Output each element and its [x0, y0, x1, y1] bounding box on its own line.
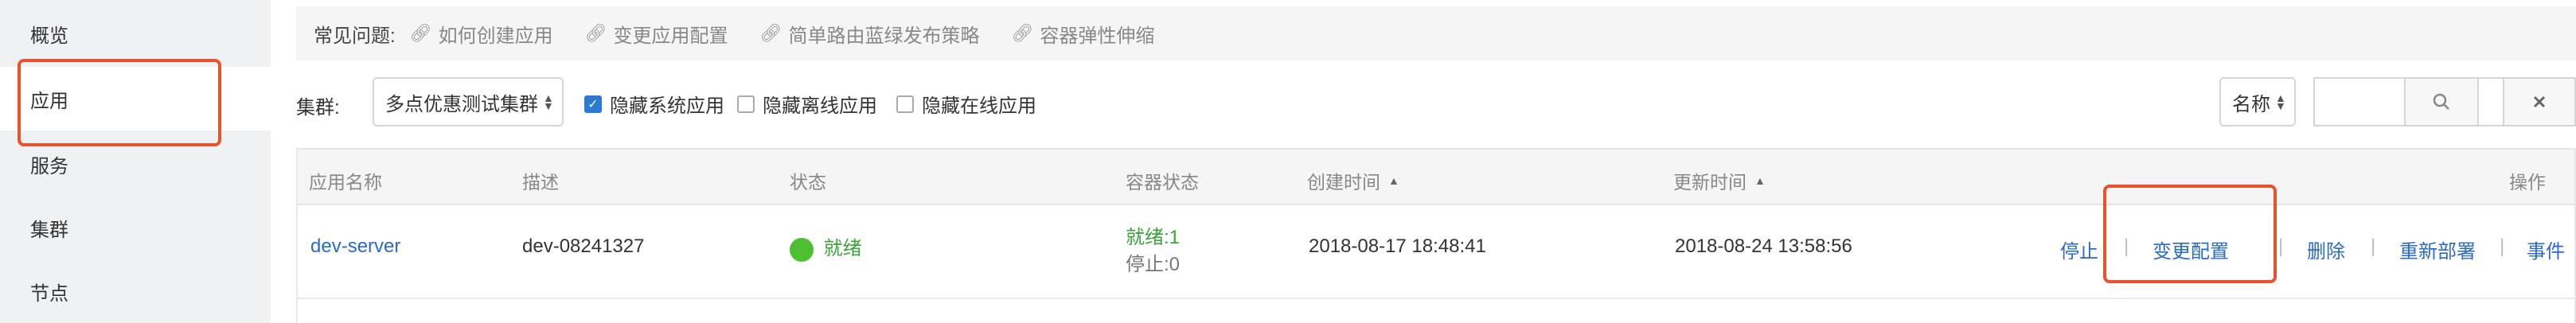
- faq-link-label: 容器弹性伸缩: [1040, 25, 1155, 47]
- hide-system-apps-checkbox[interactable]: ✓ 隐藏系统应用: [584, 90, 724, 118]
- faq-label: 常见问题:: [314, 25, 396, 47]
- search-icon: [2433, 93, 2449, 110]
- action-separator: |: [2500, 235, 2505, 257]
- sidebar-item-clusters[interactable]: 集群: [0, 196, 271, 259]
- hide-online-apps-checkbox[interactable]: 隐藏在线应用: [896, 90, 1036, 118]
- redeploy-button[interactable]: 重新部署: [2399, 235, 2476, 263]
- app-status-label: 就绪: [823, 238, 862, 259]
- status-ready-icon: [790, 237, 814, 262]
- stop-button[interactable]: 停止: [2060, 235, 2098, 263]
- cluster-select-value: 多点优惠测试集群: [385, 93, 538, 115]
- sidebar-item-overview[interactable]: 概览: [0, 2, 271, 65]
- faq-link-label: 简单路由蓝绿发布策略: [788, 25, 980, 47]
- sidebar: 概览 应用 服务 集群 节点: [0, 0, 271, 323]
- app-status: 就绪: [790, 232, 862, 262]
- faq-link-blue-green[interactable]: 🔗︎ 简单路由蓝绿发布策略: [760, 20, 980, 48]
- col-header-updated[interactable]: 更新时间 ▲: [1673, 167, 1766, 194]
- faq-link-label: 变更应用配置: [613, 25, 728, 47]
- sidebar-item-label: 集群: [30, 219, 68, 241]
- col-header-container-status: 容器状态: [1126, 172, 1199, 193]
- sort-up-icon: ▲: [1388, 174, 1399, 187]
- col-header-created[interactable]: 创建时间 ▲: [1307, 167, 1399, 194]
- hide-online-apps-label: 隐藏在线应用: [922, 95, 1036, 117]
- close-icon: [2533, 95, 2546, 108]
- hide-offline-apps-checkbox[interactable]: 隐藏离线应用: [737, 90, 877, 118]
- delete-button[interactable]: 删除: [2307, 235, 2345, 263]
- col-header-desc: 描述: [522, 172, 559, 193]
- checkbox-unchecked-icon: [737, 95, 755, 113]
- col-header-name: 应用名称: [309, 172, 382, 193]
- link-icon: 🔗︎: [1011, 23, 1034, 43]
- app-name-link[interactable]: dev-server: [310, 235, 400, 258]
- container-stopped-count: 停止:0: [1126, 254, 1181, 275]
- sidebar-item-label: 服务: [30, 155, 68, 177]
- sidebar-item-label: 节点: [30, 282, 68, 305]
- faq-link-autoscale[interactable]: 🔗︎ 容器弹性伸缩: [1011, 20, 1154, 48]
- faq-link-label: 如何创建应用: [438, 25, 553, 47]
- created-time: 2018-08-17 18:48:41: [1309, 235, 1486, 257]
- hide-system-apps-label: 隐藏系统应用: [610, 95, 724, 117]
- select-arrows-icon: ▲ ▼: [2275, 91, 2286, 112]
- search-field-select[interactable]: 名称 ▲ ▼: [2219, 77, 2296, 126]
- clear-button[interactable]: [2503, 77, 2576, 126]
- container-ready-count: 就绪:1: [1126, 227, 1181, 248]
- link-icon: 🔗︎: [409, 23, 432, 43]
- filter-toolbar: 集群: 多点优惠测试集群 ▲ ▼ ✓ 隐藏系统应用 隐藏离线应用 隐藏在线应用 名…: [296, 76, 2576, 133]
- hide-offline-apps-label: 隐藏离线应用: [763, 95, 877, 117]
- highlight-box-apps: [18, 59, 221, 146]
- sidebar-item-nodes[interactable]: 节点: [0, 259, 271, 323]
- cluster-select[interactable]: 多点优惠测试集群 ▲ ▼: [373, 77, 564, 126]
- link-icon: 🔗︎: [584, 23, 607, 43]
- search-button[interactable]: [2404, 77, 2479, 126]
- link-icon: 🔗︎: [759, 23, 783, 43]
- checkbox-unchecked-icon: [896, 95, 914, 113]
- select-arrows-icon: ▲ ▼: [543, 91, 554, 112]
- checkbox-checked-icon: ✓: [584, 95, 602, 113]
- updated-time: 2018-08-24 13:58:56: [1675, 235, 1852, 257]
- cluster-label: 集群:: [296, 97, 340, 119]
- highlight-box-change-config: [2103, 185, 2277, 283]
- search-field-value: 名称: [2232, 93, 2270, 115]
- app-description: dev-08241327: [522, 235, 645, 257]
- events-button[interactable]: 事件: [2527, 235, 2565, 263]
- action-separator: |: [2278, 235, 2284, 257]
- faq-link-change-config[interactable]: 🔗︎ 变更应用配置: [585, 20, 728, 48]
- col-header-status: 状态: [790, 172, 826, 193]
- faq-link-create-app[interactable]: 🔗︎ 如何创建应用: [410, 20, 553, 48]
- sidebar-item-label: 概览: [30, 25, 68, 47]
- sort-up-icon: ▲: [1754, 174, 1766, 187]
- col-header-actions: 操作: [2509, 172, 2546, 193]
- action-separator: |: [2371, 235, 2376, 257]
- faq-bar: 常见问题: 🔗︎ 如何创建应用 🔗︎ 变更应用配置 🔗︎ 简单路由蓝绿发布策略 …: [296, 6, 2576, 60]
